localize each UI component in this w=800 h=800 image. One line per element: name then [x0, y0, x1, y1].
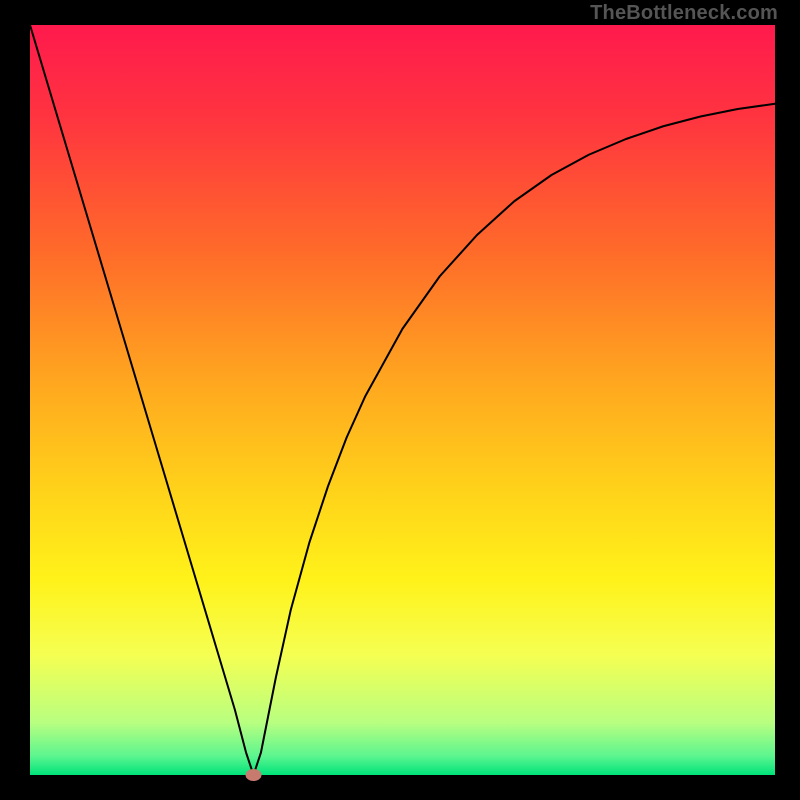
watermark-text: TheBottleneck.com: [590, 2, 778, 25]
optimal-point-marker: [246, 769, 262, 781]
bottleneck-chart: [0, 0, 800, 800]
chart-frame: TheBottleneck.com: [0, 0, 800, 800]
